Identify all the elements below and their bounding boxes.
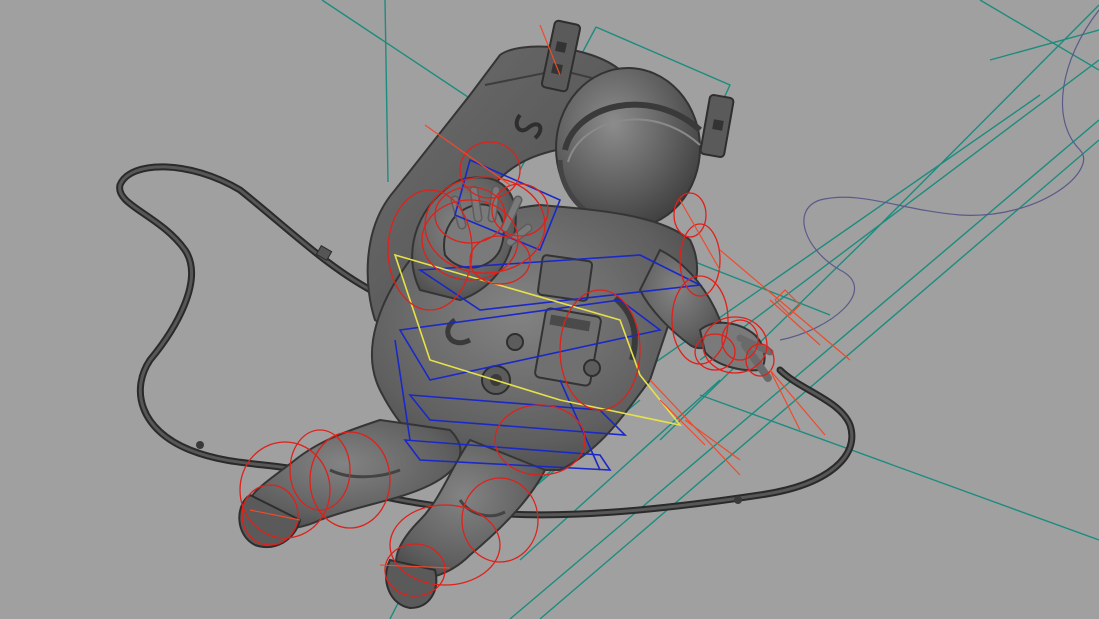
tether-guide-curve [779, 9, 1099, 341]
viewport-canvas[interactable] [0, 0, 1099, 619]
helmet[interactable] [555, 67, 703, 230]
3d-viewport[interactable] [0, 0, 1099, 619]
